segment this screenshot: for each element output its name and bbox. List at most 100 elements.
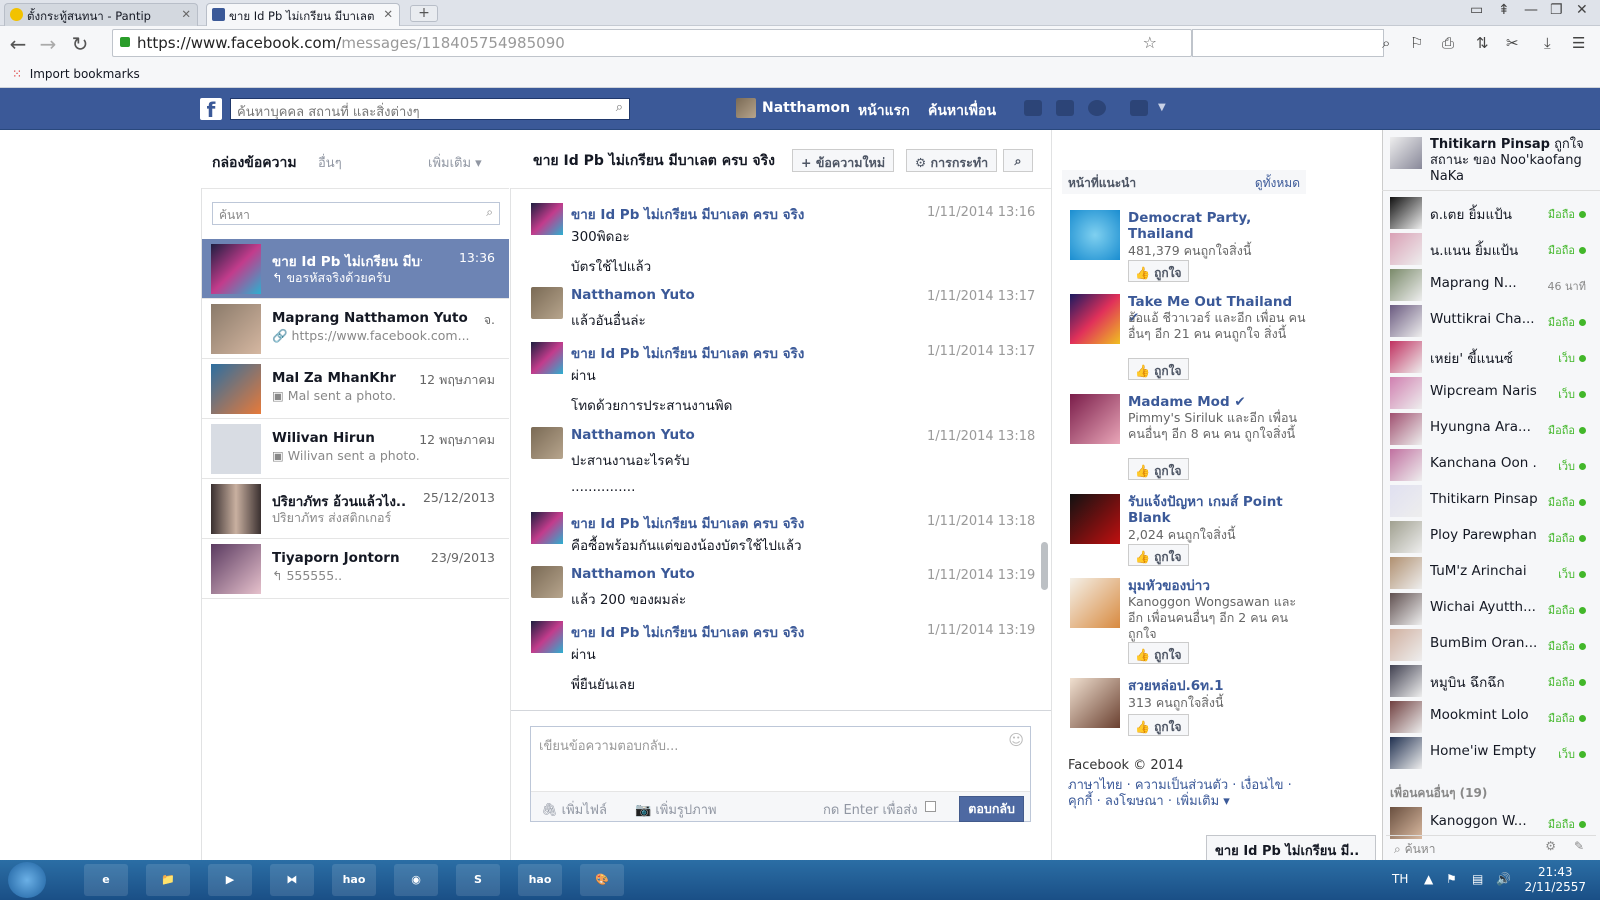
like-button[interactable]: 👍 ถูกใจ (1128, 458, 1189, 480)
friend-item[interactable]: Hyungna Ara... มือถือ (1390, 412, 1590, 446)
maximize-icon[interactable]: ❐ (1550, 2, 1563, 18)
profile-link[interactable]: Natthamon (762, 100, 850, 116)
thread-item[interactable]: Tiyaporn Jontorn 23/9/2013 ↰ 555555.. (202, 539, 509, 599)
friend-item[interactable]: Home'iw Empty เว็บ (1390, 736, 1590, 770)
sender-name[interactable]: ขาย Id Pb ไม่เกรียน มีบาเลต ครบ จริง (571, 203, 804, 225)
tray-arrow-icon[interactable]: ▲ (1424, 872, 1433, 886)
page-avatar[interactable] (1070, 678, 1120, 728)
chat-icon[interactable]: ▭ (1470, 2, 1483, 18)
enter-to-send-checkbox[interactable] (925, 801, 936, 812)
home-link[interactable]: หน้าแรก (858, 100, 910, 122)
facebook-search-input[interactable]: ค้นหาบุคคล สถานที่ และสิ่งต่างๆ ⌕ (230, 98, 630, 120)
close-tab-icon[interactable]: ✕ (181, 7, 191, 21)
sender-name[interactable]: ขาย Id Pb ไม่เกรียน มีบาเลต ครบ จริง (571, 342, 804, 364)
like-button[interactable]: 👍 ถูกใจ (1128, 642, 1189, 664)
facebook-logo-icon[interactable]: f (200, 98, 222, 122)
sync-icon[interactable]: ⇅ (1476, 34, 1489, 52)
cut-icon[interactable]: ✂ (1506, 34, 1519, 52)
account-menu-icon[interactable]: ▼ (1158, 102, 1166, 113)
sender-name[interactable]: Natthamon Yuto (571, 427, 695, 443)
clock[interactable]: 21:43 2/11/2557 (1524, 865, 1586, 895)
network-icon[interactable]: ▤ (1472, 872, 1483, 886)
close-tab-icon[interactable]: ✕ (383, 7, 393, 21)
sender-avatar[interactable] (531, 342, 563, 374)
page-avatar[interactable] (1070, 210, 1120, 260)
minimize-icon[interactable]: — (1524, 2, 1538, 18)
taskbar-app-icon[interactable]: hao 123 (332, 864, 376, 896)
taskbar-app-icon[interactable]: 🎨 (580, 864, 624, 896)
page-name[interactable]: Madame Mod ✔ (1128, 394, 1308, 410)
ticker-story[interactable]: Thitikarn Pinsap ถูกใจ สถานะ ของ Noo'kao… (1430, 137, 1595, 185)
friend-item[interactable]: หมูบิน ฉึกฉึก มือถือ (1390, 664, 1590, 698)
thread-item[interactable]: ขาย Id Pb ไม่เกรียน มีบาเล.. 13:36 ↰ ขอร… (202, 239, 509, 299)
bookmark-star-icon[interactable]: ☆ (1143, 33, 1157, 52)
start-button[interactable] (8, 862, 46, 898)
see-all-link[interactable]: ดูทั้งหมด (1255, 174, 1300, 193)
privacy-icon[interactable] (1130, 100, 1148, 116)
friend-item[interactable]: TuM'z Arinchai เว็บ (1390, 556, 1590, 590)
extension-icon[interactable]: ⚐ (1410, 34, 1423, 52)
compose-icon[interactable]: ✎ (1574, 839, 1584, 853)
browser-search-input[interactable] (1192, 29, 1384, 57)
reply-box[interactable]: เขียนข้อความตอบกลับ... ☺ 🖇 เพิ่มไฟล์ 📷 เ… (530, 726, 1031, 822)
friend-item[interactable]: BumBim Oran... มือถือ (1390, 628, 1590, 662)
emoticon-icon[interactable]: ☺ (1008, 731, 1024, 749)
download-icon[interactable]: ⤓ (1544, 34, 1551, 52)
conversation-search-button[interactable]: ⌕ (1003, 149, 1033, 172)
sender-avatar[interactable] (531, 203, 563, 235)
actions-button[interactable]: ⚙ การกระทำ (906, 149, 998, 172)
friend-item[interactable]: Kanchana Oon ... เว็บ (1390, 448, 1590, 482)
messages-icon[interactable] (1056, 100, 1074, 116)
page-avatar[interactable] (1070, 494, 1120, 544)
sidebar-search-input[interactable]: ⌕ ค้นหา ⚙ ✎ (1386, 835, 1596, 859)
close-window-icon[interactable]: ✕ (1576, 2, 1588, 18)
search-icon[interactable]: ⌕ (1382, 34, 1390, 52)
sender-avatar[interactable] (531, 621, 563, 653)
sender-avatar[interactable] (531, 566, 563, 598)
page-avatar[interactable] (1070, 578, 1120, 628)
friend-item[interactable]: Maprang N... 46 นาที (1390, 268, 1590, 302)
friend-item[interactable]: Mookmint Lolo มือถือ (1390, 700, 1590, 734)
taskbar-app-icon[interactable]: hao 123 (518, 864, 562, 896)
page-name[interactable]: สวยหล่อป.6ท.1 (1128, 678, 1308, 694)
flag-icon[interactable]: ⚑ (1446, 872, 1457, 886)
chat-tab[interactable]: ขาย Id Pb ไม่เกรียน มี.. (1206, 835, 1376, 860)
new-tab-button[interactable]: + (410, 5, 438, 22)
taskbar-app-icon[interactable]: 📁 (146, 864, 190, 896)
message-search-input[interactable]: ค้นหา ⌕ (212, 202, 500, 225)
friend-item[interactable]: Wuttikrai Cha... มือถือ (1390, 304, 1590, 338)
sender-name[interactable]: ขาย Id Pb ไม่เกรียน มีบาเลต ครบ จริง (571, 512, 804, 534)
add-file-button[interactable]: 🖇 เพิ่มไฟล์ (541, 799, 607, 820)
reload-icon[interactable]: ↻ (68, 32, 92, 56)
back-icon[interactable]: ← (6, 32, 30, 56)
search-icon[interactable]: ⌕ (616, 100, 623, 115)
other-inbox-link[interactable]: อื่นๆ (318, 152, 342, 173)
volume-icon[interactable]: 🔊 (1496, 872, 1511, 886)
friend-item[interactable]: เหย่ย' ขี้แนนซ์ เว็บ (1390, 340, 1590, 374)
friend-item[interactable]: น.แนน ยิ้มแป้น มือถือ (1390, 232, 1590, 266)
page-name[interactable]: มุมหัวของบ่าว (1128, 578, 1308, 594)
friend-item[interactable]: Wipcream Naris... เว็บ (1390, 376, 1590, 410)
new-message-button[interactable]: + ข้อความใหม่ (792, 149, 895, 172)
find-friends-link[interactable]: ค้นหาเพื่อน (928, 100, 996, 122)
friend-requests-icon[interactable] (1024, 100, 1042, 116)
reply-send-button[interactable]: ตอบกลับ (959, 796, 1024, 822)
thread-item[interactable]: ปริยาภัทร อ้วนแล้วไง.. 25/12/2013 ปริยาภ… (202, 479, 509, 539)
taskbar-app-icon[interactable]: ▶ (208, 864, 252, 896)
inbox-title[interactable]: กล่องข้อความ (212, 152, 297, 174)
sender-avatar[interactable] (531, 512, 563, 544)
ticker-avatar[interactable] (1390, 137, 1422, 169)
messages-scrollbar[interactable] (1041, 542, 1048, 590)
sender-name[interactable]: ขาย Id Pb ไม่เกรียน มีบาเลต ครบ จริง (571, 621, 804, 643)
sender-name[interactable]: Natthamon Yuto (571, 287, 695, 303)
page-avatar[interactable] (1070, 294, 1120, 344)
taskbar-app-icon[interactable]: ⧓ (270, 864, 314, 896)
url-input[interactable]: https://www.facebook.com/messages/118405… (112, 29, 1192, 57)
page-name[interactable]: Democrat Party, Thailand (1128, 210, 1308, 242)
like-button[interactable]: 👍 ถูกใจ (1128, 714, 1189, 736)
menu-icon[interactable]: ☰ (1572, 34, 1585, 52)
friend-item[interactable]: Ploy Parewphan มือถือ (1390, 520, 1590, 554)
friend-item[interactable]: Wichai Ayutth... มือถือ (1390, 592, 1590, 626)
gear-icon[interactable]: ⚙ (1545, 839, 1556, 853)
pin-icon[interactable]: ⇞ (1498, 2, 1510, 18)
